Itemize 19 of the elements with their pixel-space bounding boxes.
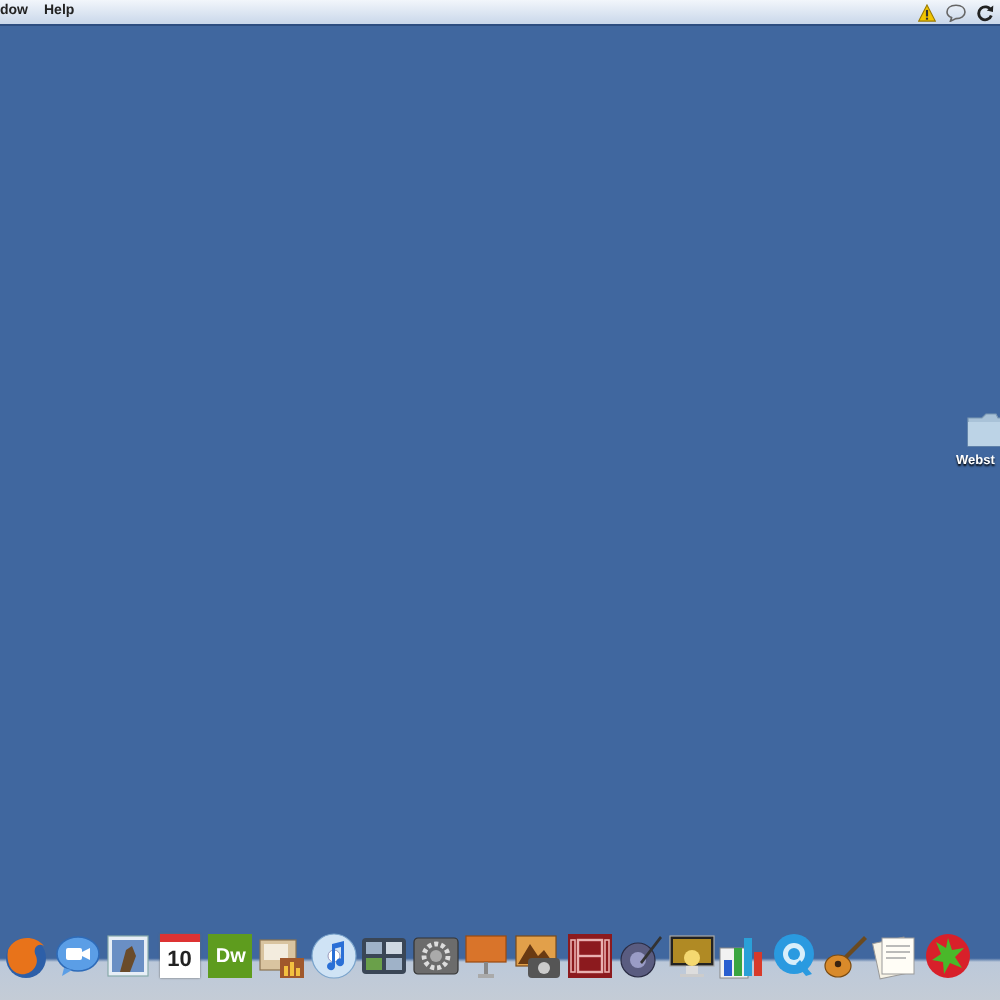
star-burst-icon[interactable]: [923, 932, 972, 980]
presentation-icon[interactable]: [462, 932, 511, 980]
warning-icon[interactable]: [918, 3, 936, 21]
pen-tablet-icon[interactable]: [616, 932, 665, 980]
gear-icon[interactable]: [411, 932, 460, 980]
folder-icon[interactable]: [966, 412, 1000, 448]
chat-bubble-icon[interactable]: [946, 3, 966, 21]
text-document-icon[interactable]: [872, 932, 921, 980]
sync-icon[interactable]: [976, 3, 994, 21]
video-chat-icon[interactable]: [53, 932, 102, 980]
monitor-icon[interactable]: [667, 932, 716, 980]
calendar-icon[interactable]: 10: [159, 934, 200, 978]
music-disc-icon[interactable]: [309, 932, 358, 980]
quicktime-q-icon[interactable]: [769, 932, 818, 980]
film-strip-icon[interactable]: [565, 932, 614, 980]
photo-camera-icon[interactable]: [513, 932, 562, 980]
guitar-icon[interactable]: [821, 932, 869, 980]
window-grid-icon[interactable]: [360, 932, 409, 980]
bar-chart-icon[interactable]: [718, 932, 767, 980]
